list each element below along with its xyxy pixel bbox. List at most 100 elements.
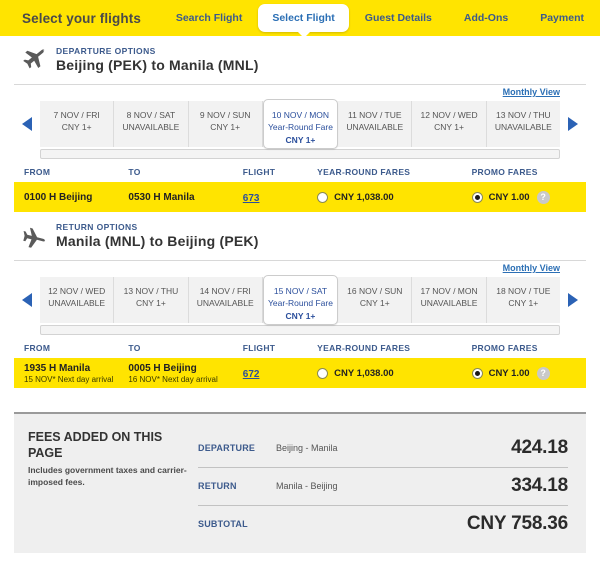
date-status: UNAVAILABLE (196, 298, 254, 309)
return-dates-list: 12 NOV / WED UNAVAILABLE 13 NOV / THU CN… (40, 275, 560, 325)
return-year-round-cell[interactable]: CNY 1,038.00 (317, 367, 471, 379)
date-status: CNY 1+ (359, 298, 390, 309)
departure-promo-price: CNY 1.00 (488, 191, 530, 203)
return-next-dates-button[interactable] (560, 277, 586, 323)
fee-line-return: RETURN Manila - Beijing 334.18 (198, 468, 568, 506)
departure-kicker: DEPARTURE OPTIONS (56, 46, 156, 56)
chevron-right-icon (568, 117, 578, 131)
return-promo-radio[interactable] (471, 367, 483, 379)
return-flight-row[interactable]: 1935 H Manila 15 NOV* Next day arrival 0… (14, 358, 586, 388)
return-from-cell: 1935 H Manila 15 NOV* Next day arrival (14, 363, 128, 384)
return-year-round-price: CNY 1,038.00 (334, 367, 394, 379)
departure-table-header: FROM TO FLIGHT YEAR-ROUND FARES PROMO FA… (14, 163, 586, 182)
fee-amount: 334.18 (511, 475, 568, 496)
date-status: UNAVAILABLE (346, 122, 404, 133)
app-header: Select your flights Search Flight Select… (0, 0, 600, 38)
departure-date-option[interactable]: 13 NOV / THU UNAVAILABLE (487, 101, 560, 147)
departure-promo-cell[interactable]: CNY 1.00 ? (471, 190, 586, 204)
date-status: UNAVAILABLE (122, 122, 180, 133)
departure-year-round-price: CNY 1,038.00 (334, 191, 394, 203)
departure-prev-dates-button[interactable] (14, 101, 40, 147)
fees-breakdown: DEPARTURE Beijing - Manila 424.18 RETURN… (198, 430, 568, 537)
return-dates-scrollbar[interactable] (40, 325, 560, 335)
departure-promo-radio[interactable] (471, 191, 483, 203)
fee-route: Beijing - Manila (276, 443, 338, 453)
return-date-option[interactable]: 12 NOV / WED UNAVAILABLE (40, 277, 115, 323)
return-prev-dates-button[interactable] (14, 277, 40, 323)
fees-title: FEES ADDED ON THIS PAGE (28, 430, 163, 460)
return-fare-table: FROM TO FLIGHT YEAR-ROUND FARES PROMO FA… (14, 339, 586, 388)
return-date-option-selected[interactable]: 15 NOV / SAT Year-Round Fare CNY 1+ (262, 275, 339, 325)
departure-date-option[interactable]: 7 NOV / FRI CNY 1+ (40, 101, 115, 147)
return-date-option[interactable]: 16 NOV / SUN CNY 1+ (338, 277, 413, 323)
departure-fare-table: FROM TO FLIGHT YEAR-ROUND FARES PROMO FA… (14, 163, 586, 212)
departure-year-round-cell[interactable]: CNY 1,038.00 (317, 191, 471, 203)
departure-date-option[interactable]: 12 NOV / WED CNY 1+ (412, 101, 487, 147)
departure-year-round-radio[interactable] (317, 191, 329, 203)
departure-flight-number-link[interactable]: 673 (243, 193, 260, 204)
departure-monthly-view-link[interactable]: Monthly View (503, 87, 560, 97)
return-section: RETURN OPTIONS Manila (MNL) to Beijing (… (0, 212, 600, 388)
departure-to-cell: 0530 H Manila (128, 192, 242, 203)
return-year-round-radio[interactable] (317, 367, 329, 379)
column-flight: FLIGHT (242, 343, 276, 353)
fees-summary-heading: FEES ADDED ON THIS PAGE Includes governm… (28, 430, 198, 537)
return-monthly-view-link[interactable]: Monthly View (503, 263, 560, 273)
departure-dates-list: 7 NOV / FRI CNY 1+ 8 NOV / SAT UNAVAILAB… (40, 99, 560, 149)
return-origin-time: 1935 H Manila (24, 362, 91, 374)
tab-search-flight[interactable]: Search Flight (160, 0, 259, 36)
fee-line-subtotal: SUBTOTAL CNY 758.36 (198, 506, 568, 537)
return-destination-time: 0005 H Beijing (128, 362, 197, 374)
return-date-option[interactable]: 18 NOV / TUE CNY 1+ (487, 277, 560, 323)
return-promo-cell[interactable]: CNY 1.00 ? (471, 366, 586, 380)
return-flight-number-link[interactable]: 672 (243, 369, 260, 380)
date-status: Year-Round Fare (268, 122, 333, 133)
date-label: 12 NOV / WED (420, 110, 478, 120)
date-status: UNAVAILABLE (494, 122, 552, 133)
date-label: 13 NOV / THU (496, 110, 551, 120)
fee-label: RETURN (198, 481, 237, 491)
departure-date-selector: Monthly View 7 NOV / FRI CNY 1+ 8 NOV / … (14, 85, 586, 159)
return-kicker: RETURN OPTIONS (56, 222, 138, 232)
date-label: 17 NOV / MON (420, 286, 478, 296)
tab-guest-details[interactable]: Guest Details (349, 0, 448, 36)
airplane-landing-icon (18, 222, 48, 252)
fees-note: Includes government taxes and carrier-im… (28, 465, 187, 487)
return-date-option[interactable]: 13 NOV / THU CNY 1+ (114, 277, 189, 323)
departure-date-option[interactable]: 8 NOV / SAT UNAVAILABLE (114, 101, 189, 147)
return-date-selector: Monthly View 12 NOV / WED UNAVAILABLE 13… (14, 261, 586, 335)
footer-actions: CONTINUE (0, 553, 600, 565)
date-label: 12 NOV / WED (48, 286, 106, 296)
return-flight-number-cell: 672 (243, 364, 317, 382)
departure-dates-scrollbar[interactable] (40, 149, 560, 159)
return-date-option[interactable]: 14 NOV / FRI UNAVAILABLE (189, 277, 263, 323)
date-label: 11 NOV / TUE (347, 110, 402, 120)
date-label: 7 NOV / FRI (53, 110, 100, 120)
fee-label: SUBTOTAL (198, 519, 248, 529)
tab-add-ons[interactable]: Add-Ons (448, 0, 524, 36)
chevron-left-icon (22, 293, 32, 307)
date-status: CNY 1+ (61, 122, 92, 133)
departure-flight-number-cell: 673 (243, 188, 317, 206)
date-label: 13 NOV / THU (123, 286, 179, 296)
departure-date-option-selected[interactable]: 10 NOV / MON Year-Round Fare CNY 1+ (262, 99, 339, 149)
date-fare: CNY 1+ (285, 310, 316, 321)
fee-line-departure: DEPARTURE Beijing - Manila 424.18 (198, 430, 568, 468)
date-status: CNY 1+ (135, 298, 166, 309)
fees-summary-panel: FEES ADDED ON THIS PAGE Includes governm… (14, 412, 586, 553)
tab-payment[interactable]: Payment (524, 0, 600, 36)
return-route: Manila (MNL) to Beijing (PEK) (56, 233, 259, 249)
chevron-right-icon (568, 293, 578, 307)
tab-select-flight[interactable]: Select Flight (258, 4, 349, 38)
column-year-round: YEAR-ROUND FARES (317, 167, 411, 177)
departure-flight-row[interactable]: 0100 H Beijing 0530 H Manila 673 CNY 1,0… (14, 182, 586, 212)
fee-amount-subtotal: CNY 758.36 (466, 513, 568, 534)
fee-label: DEPARTURE (198, 443, 256, 453)
date-label: 16 NOV / SUN (347, 286, 403, 296)
departure-date-option[interactable]: 11 NOV / TUE UNAVAILABLE (338, 101, 413, 147)
departure-date-option[interactable]: 9 NOV / SUN CNY 1+ (189, 101, 263, 147)
return-promo-help-icon[interactable]: ? (536, 366, 550, 380)
departure-next-dates-button[interactable] (560, 101, 586, 147)
return-date-option[interactable]: 17 NOV / MON UNAVAILABLE (412, 277, 487, 323)
departure-promo-help-icon[interactable]: ? (536, 190, 550, 204)
